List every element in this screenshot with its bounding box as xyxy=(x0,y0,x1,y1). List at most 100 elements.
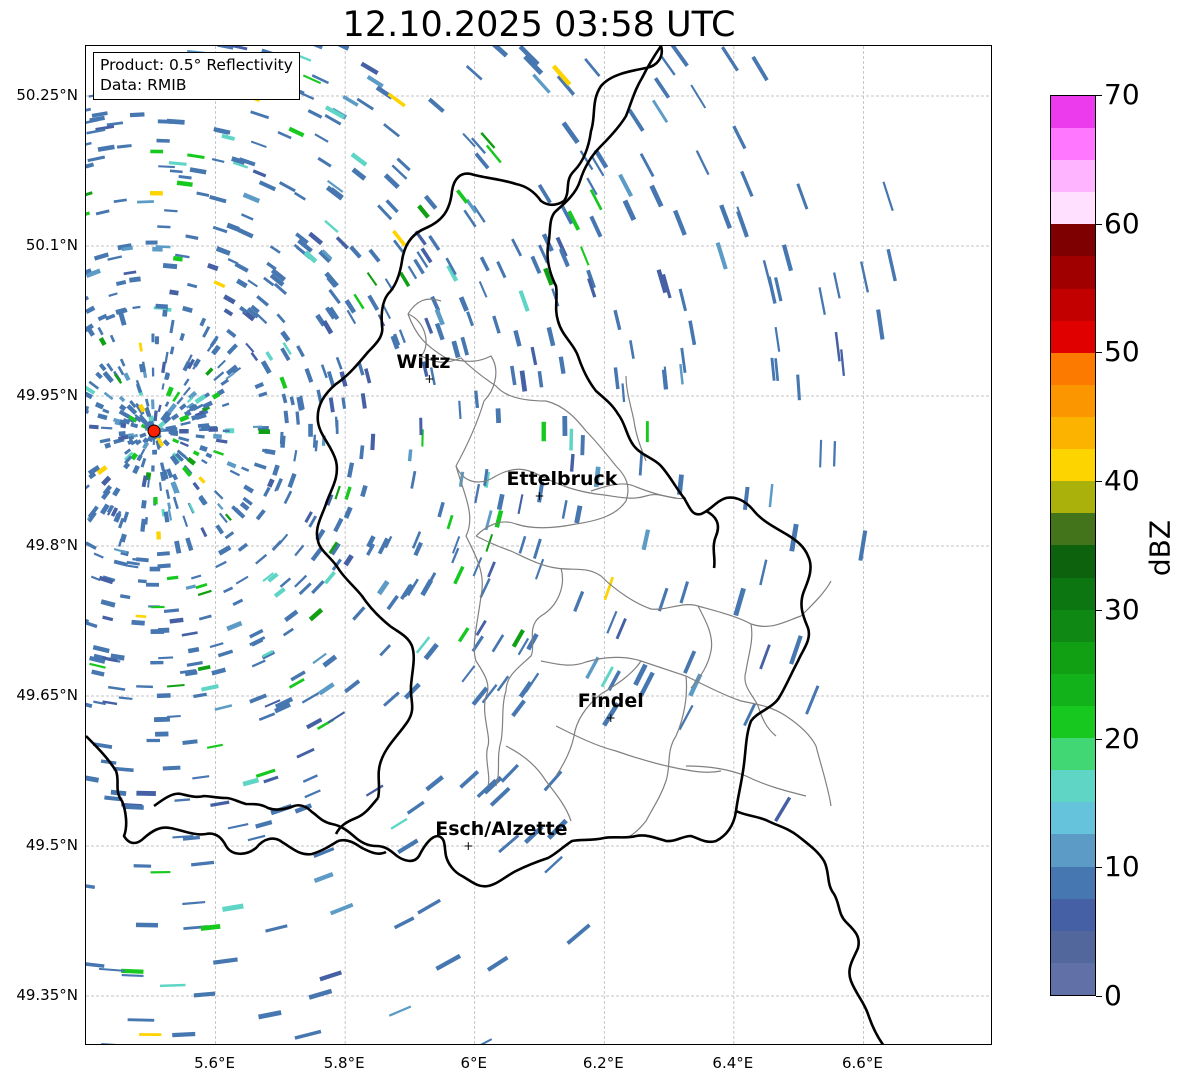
radar-echo xyxy=(352,606,366,621)
colorbar-tick-mark xyxy=(1096,996,1102,997)
radar-echo xyxy=(199,444,208,453)
colorbar-tick-mark xyxy=(1096,95,1102,96)
radar-echo xyxy=(613,367,620,390)
radar-echoes xyxy=(86,46,897,1044)
lon-tick-label: 5.8°E xyxy=(323,1054,365,1072)
radar-echo xyxy=(237,227,254,239)
radar-echo xyxy=(262,448,272,454)
radar-echo xyxy=(215,246,231,256)
radar-echo xyxy=(308,607,324,622)
radar-echo xyxy=(486,955,509,972)
radar-echo xyxy=(466,311,475,327)
radar-echo xyxy=(479,256,490,272)
radar-echo xyxy=(118,409,131,419)
radar-echo xyxy=(89,662,106,669)
radar-echo xyxy=(86,541,97,550)
radar-echo xyxy=(317,156,332,168)
radar-echo xyxy=(144,516,148,525)
radar-echo xyxy=(232,598,244,606)
radar-echo xyxy=(200,923,221,931)
radar-echo xyxy=(241,466,250,472)
colorbar-segment xyxy=(1051,192,1095,225)
radar-echo xyxy=(876,309,885,340)
radar-echo xyxy=(530,255,542,275)
radar-echo xyxy=(334,416,338,428)
radar-echo xyxy=(302,774,318,783)
radar-echo xyxy=(751,55,769,82)
lon-tick-label: 6.6°E xyxy=(842,1054,883,1072)
radar-echo xyxy=(110,507,119,517)
radar-echo xyxy=(368,248,381,263)
colorbar-label: dBZ xyxy=(1143,519,1177,577)
radar-echo xyxy=(673,209,687,236)
radar-echo xyxy=(293,191,306,201)
radar-echo xyxy=(197,664,211,672)
radar-echo xyxy=(94,401,105,410)
radar-echo xyxy=(249,628,264,639)
colorbar-segment xyxy=(1051,930,1095,963)
radar-echo xyxy=(188,390,198,400)
colorbar-segment xyxy=(1051,224,1095,257)
radar-echo xyxy=(193,991,216,998)
radar-echo xyxy=(127,564,139,569)
radar-echo xyxy=(164,401,170,408)
radar-echo xyxy=(91,669,105,677)
radar-echo xyxy=(221,402,230,408)
radar-echo xyxy=(116,144,132,149)
radar-echo xyxy=(383,691,400,707)
radar-echo xyxy=(351,167,367,181)
radar-echo xyxy=(253,462,267,470)
radar-echo xyxy=(312,652,327,665)
radar-echo xyxy=(606,610,618,634)
city-marker: + xyxy=(606,711,616,725)
radar-echo xyxy=(86,211,91,216)
radar-echo xyxy=(266,261,277,271)
radar-echo xyxy=(413,258,425,275)
radar-echo xyxy=(183,409,192,418)
radar-echo xyxy=(397,838,419,855)
radar-echo xyxy=(886,248,897,282)
radar-echo xyxy=(198,494,208,506)
radar-echo xyxy=(260,360,272,375)
radar-echo xyxy=(185,234,199,240)
colorbar-tick-label: 70 xyxy=(1104,78,1140,111)
radar-echo xyxy=(474,152,490,170)
colorbar-segment xyxy=(1051,160,1095,193)
radar-echo xyxy=(169,617,184,624)
radar-echo xyxy=(386,594,399,611)
radar-echo xyxy=(179,414,190,423)
radar-echo xyxy=(153,410,158,422)
lon-tick-label: 6°E xyxy=(460,1054,487,1072)
radar-echo xyxy=(226,461,237,469)
radar-echo xyxy=(147,478,150,488)
canton-boundaries xyxy=(407,298,832,839)
radar-echo xyxy=(144,398,150,407)
colorbar-tick-mark xyxy=(1096,867,1102,869)
colorbar-segment xyxy=(1051,802,1095,835)
radar-echo xyxy=(157,225,171,229)
radar-echo xyxy=(304,511,313,523)
radar-echo xyxy=(86,484,90,490)
radar-echo xyxy=(86,775,100,783)
radar-echo xyxy=(223,586,234,594)
radar-echo xyxy=(366,75,384,88)
radar-echo xyxy=(179,441,189,448)
radar-echo xyxy=(532,73,551,94)
colorbar-tick-label: 60 xyxy=(1104,206,1140,240)
radar-echo xyxy=(118,395,126,403)
radar-echo xyxy=(424,317,434,334)
radar-echo xyxy=(360,61,379,76)
radar-echo xyxy=(274,478,283,491)
radar-echo xyxy=(118,517,125,529)
radar-echo xyxy=(573,590,585,612)
radar-echo xyxy=(281,393,288,404)
radar-echo xyxy=(356,97,375,111)
radar-echo xyxy=(360,393,367,409)
radar-echo xyxy=(639,153,655,178)
radar-echo xyxy=(310,547,323,562)
radar-echo xyxy=(589,215,603,238)
radar-echo xyxy=(120,422,127,429)
colorbar-segment xyxy=(1051,834,1095,867)
radar-echo xyxy=(162,469,169,480)
radar-echo xyxy=(406,800,425,815)
